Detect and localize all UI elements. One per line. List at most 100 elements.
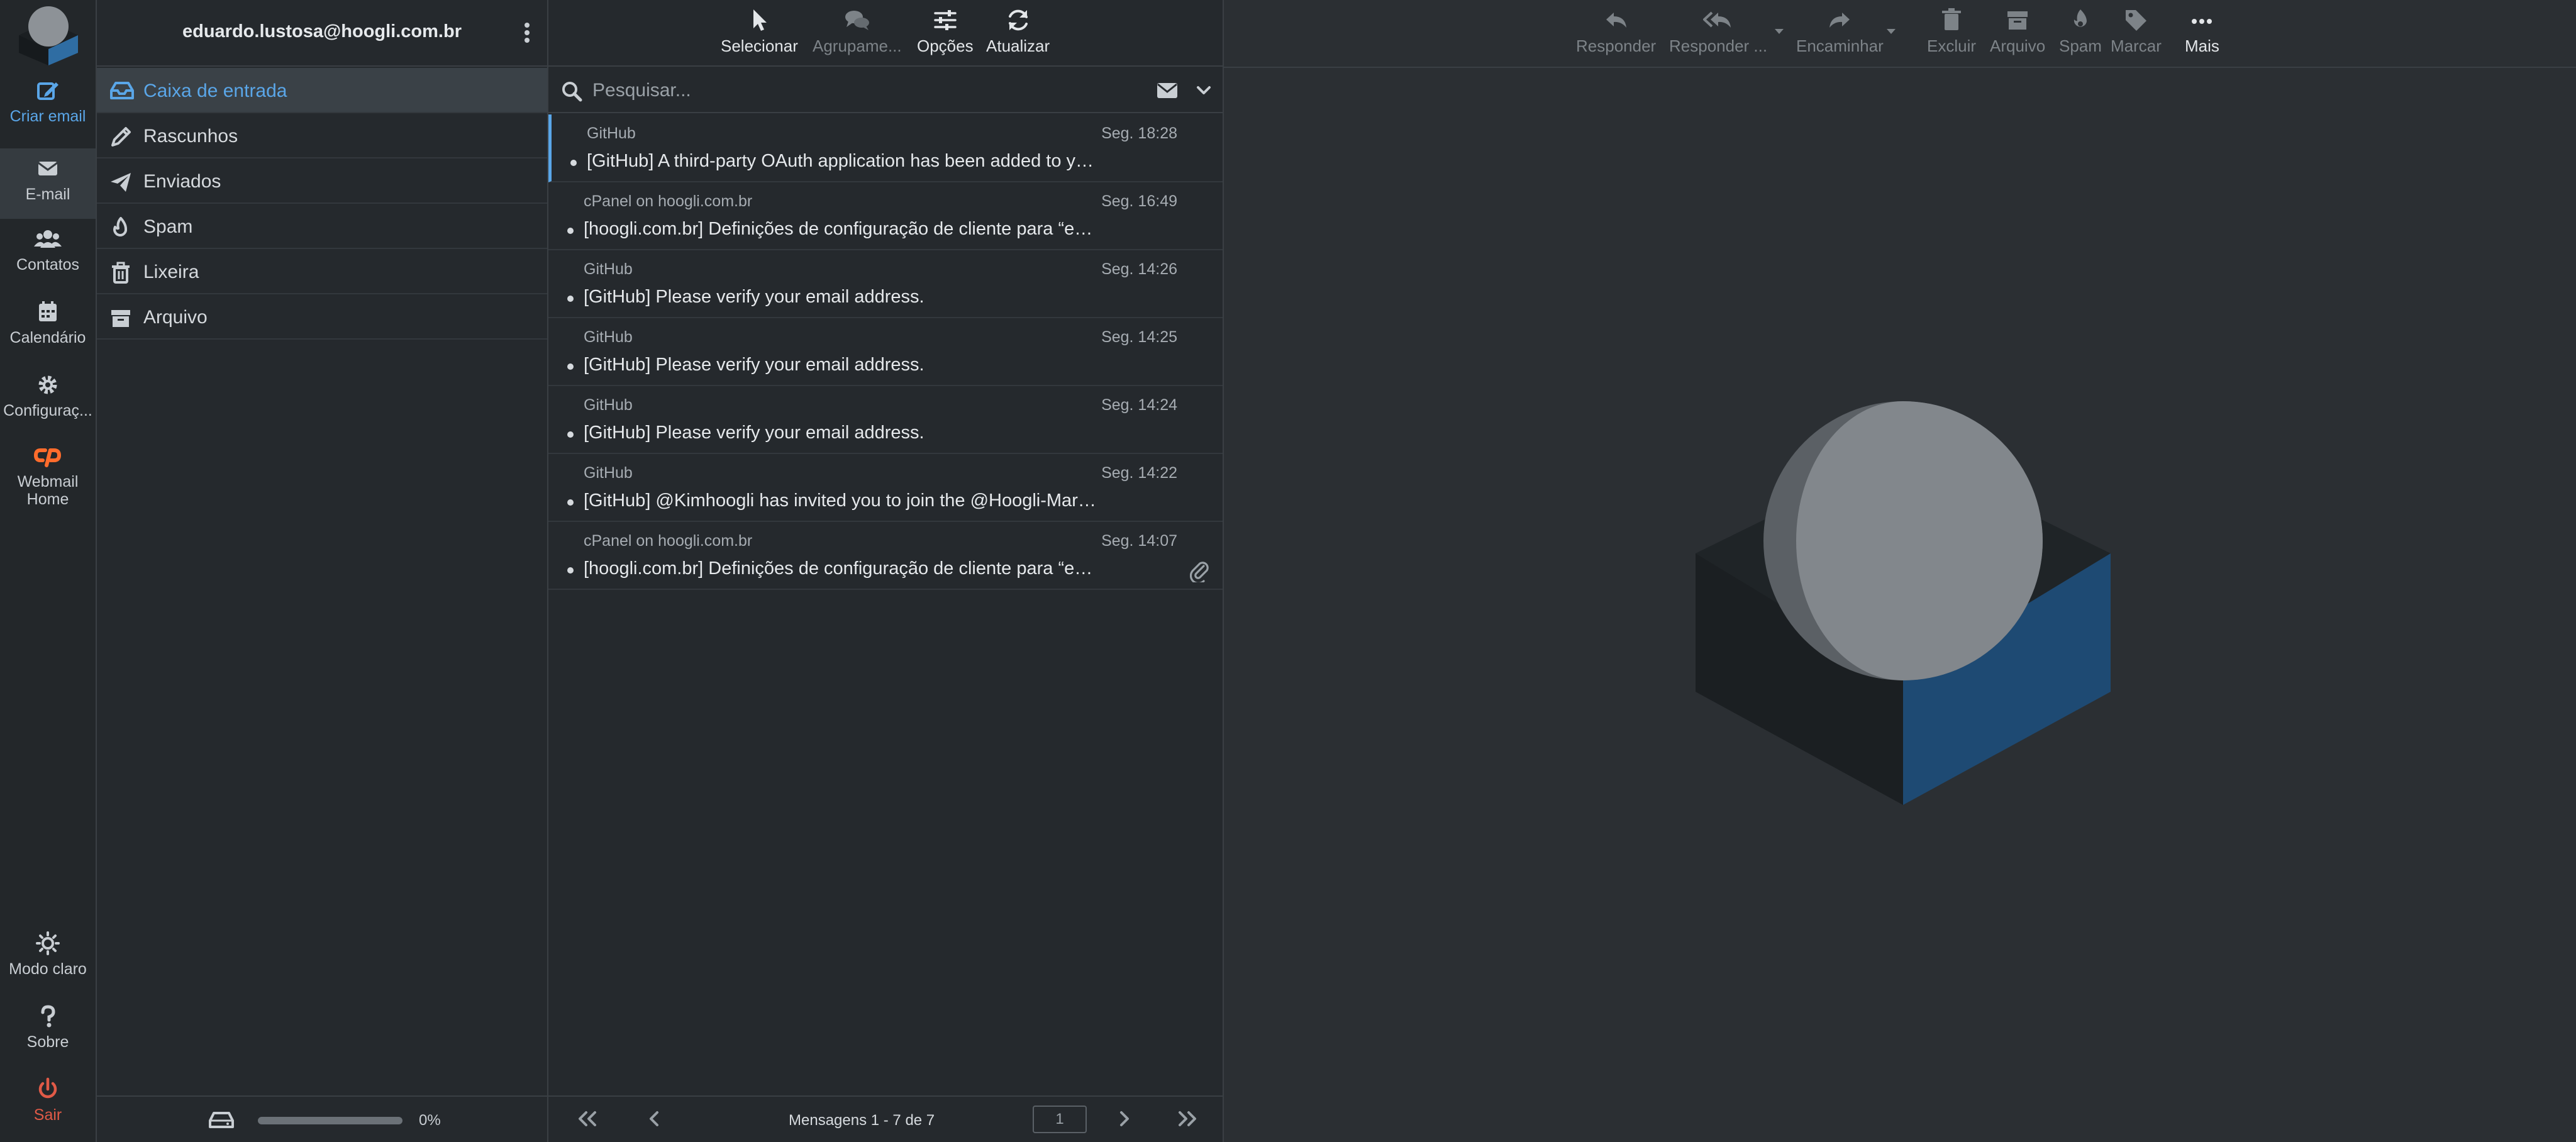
refresh-icon bbox=[1008, 9, 1028, 31]
message-date: Seg. 16:49 bbox=[1101, 192, 1177, 210]
sun-icon bbox=[36, 931, 60, 955]
reply-label: Responder bbox=[1576, 36, 1657, 55]
message-row[interactable]: GitHub Seg. 14:25 [GitHub] Please verify y… bbox=[548, 318, 1223, 386]
select-button[interactable]: Selecionar bbox=[721, 5, 798, 62]
folder-name: Rascunhos bbox=[143, 126, 238, 147]
mark-button[interactable]: Marcar bbox=[2111, 5, 2162, 62]
message-list-panel: Selecionar Agrupame... Opções Atualizar … bbox=[548, 0, 1224, 1142]
cursor-icon bbox=[753, 9, 767, 31]
archive-icon bbox=[2007, 11, 2028, 30]
question-icon bbox=[41, 1005, 55, 1028]
more-label: Mais bbox=[2185, 36, 2219, 55]
calendar-nav[interactable]: Calendário bbox=[0, 299, 96, 370]
message-date: Seg. 14:24 bbox=[1101, 396, 1177, 414]
folder-panel: eduardo.lustosa@hoogli.com.br Caixa de e… bbox=[97, 0, 548, 1142]
settings-nav[interactable]: Configuraç... bbox=[0, 372, 96, 443]
folder-inbox[interactable]: Caixa de entrada bbox=[97, 68, 547, 113]
unread-indicator bbox=[567, 296, 574, 302]
folder-name: Lixeira bbox=[143, 262, 199, 282]
mail-nav[interactable]: E-mail bbox=[0, 148, 96, 219]
unread-indicator bbox=[567, 499, 574, 506]
nav-rail: Criar email E-mail Contatos Calendário C… bbox=[0, 0, 97, 1142]
archive-icon bbox=[111, 310, 130, 327]
folder-name: Spam bbox=[143, 216, 193, 237]
message-row[interactable]: cPanel on hoogli.com.br Seg. 16:49 [hoogli… bbox=[548, 182, 1223, 250]
webmail-home-label: Webmail Home bbox=[17, 473, 79, 508]
attachment-icon bbox=[1190, 562, 1209, 582]
calendar-label: Calendário bbox=[9, 329, 86, 346]
search-scope-envelope-icon[interactable] bbox=[1156, 82, 1179, 99]
message-subject: [GitHub] A third-party OAuth application… bbox=[587, 151, 1102, 171]
refresh-button[interactable]: Atualizar bbox=[986, 5, 1050, 62]
contacts-nav[interactable]: Contatos bbox=[0, 226, 96, 297]
previous-page-icon[interactable] bbox=[645, 1109, 664, 1128]
compose-icon bbox=[37, 82, 58, 100]
search-icon bbox=[562, 82, 582, 102]
light-mode-toggle[interactable]: Modo claro bbox=[0, 931, 96, 1001]
forward-button[interactable]: Encaminhar bbox=[1796, 5, 1884, 62]
hard-drive-icon bbox=[209, 1112, 234, 1128]
chevron-down-icon[interactable] bbox=[1196, 86, 1211, 96]
threads-button[interactable]: Agrupame... bbox=[813, 5, 902, 62]
message-subject: [hoogli.com.br] Definições de configuraç… bbox=[584, 219, 1099, 239]
mail-label: E-mail bbox=[25, 186, 70, 203]
logout-button[interactable]: Sair bbox=[0, 1077, 96, 1142]
quota-percent: 0% bbox=[419, 1112, 441, 1129]
comments-icon bbox=[845, 11, 869, 30]
kebab-menu-icon[interactable] bbox=[522, 20, 532, 45]
message-row[interactable]: GitHub Seg. 14:22 [GitHub] @Kimhoogli has … bbox=[548, 454, 1223, 522]
message-subject: [GitHub] Please verify your email addres… bbox=[584, 287, 924, 307]
message-sender: cPanel on hoogli.com.br bbox=[584, 532, 753, 550]
webmail-home-nav[interactable]: Webmail Home bbox=[0, 444, 96, 519]
message-row[interactable]: GitHub Seg. 14:26 [GitHub] Please verify y… bbox=[548, 250, 1223, 318]
spam-label: Spam bbox=[2059, 36, 2102, 55]
about-nav[interactable]: Sobre bbox=[0, 1004, 96, 1074]
compose-label: Criar email bbox=[9, 108, 86, 125]
message-date: Seg. 14:22 bbox=[1101, 464, 1177, 482]
message-sender: cPanel on hoogli.com.br bbox=[584, 192, 753, 210]
more-button[interactable]: Mais bbox=[2185, 5, 2219, 62]
first-page-icon[interactable] bbox=[575, 1109, 600, 1128]
reply-button[interactable]: Responder bbox=[1576, 5, 1656, 62]
message-subject: [GitHub] Please verify your email addres… bbox=[584, 355, 924, 375]
reply-all-dropdown-icon[interactable] bbox=[1774, 28, 1785, 35]
next-page-icon[interactable] bbox=[1114, 1109, 1133, 1128]
message-row[interactable]: cPanel on hoogli.com.br Seg. 14:07 [hoogli… bbox=[548, 522, 1223, 590]
folder-sent[interactable]: Enviados bbox=[97, 158, 547, 204]
archive-button[interactable]: Arquivo bbox=[1990, 5, 2045, 62]
settings-label: Configuraç... bbox=[3, 402, 92, 419]
power-icon bbox=[38, 1077, 57, 1099]
message-subject: [GitHub] @Kimhoogli has invited you to j… bbox=[584, 491, 1099, 511]
folder-trash[interactable]: Lixeira bbox=[97, 249, 547, 294]
delete-button[interactable]: Excluir bbox=[1927, 5, 1976, 62]
message-sender: GitHub bbox=[584, 328, 633, 346]
search-input[interactable] bbox=[592, 77, 1058, 104]
mark-label: Marcar bbox=[2111, 36, 2162, 55]
message-toolbar: Responder Responder ... Encaminhar Exclu… bbox=[1224, 0, 2576, 68]
contacts-label: Contatos bbox=[16, 256, 80, 274]
page-number-input[interactable] bbox=[1033, 1106, 1087, 1133]
spam-button[interactable]: Spam bbox=[2059, 5, 2102, 62]
folder-drafts[interactable]: Rascunhos bbox=[97, 113, 547, 158]
threads-label: Agrupame... bbox=[813, 36, 902, 55]
folder-spam[interactable]: Spam bbox=[97, 204, 547, 249]
reply-all-button[interactable]: Responder ... bbox=[1669, 5, 1767, 62]
compose-button[interactable]: Criar email bbox=[0, 78, 96, 148]
options-button[interactable]: Opções bbox=[917, 5, 974, 62]
message-count: Mensagens 1 - 7 de 7 bbox=[789, 1112, 935, 1129]
message-row[interactable]: GitHub Seg. 18:28 [GitHub] A third-party O… bbox=[548, 114, 1223, 182]
last-page-icon[interactable] bbox=[1175, 1109, 1200, 1128]
refresh-label: Atualizar bbox=[986, 36, 1050, 55]
message-subject: [hoogli.com.br] Definições de configuraç… bbox=[584, 558, 1099, 579]
archive-label: Arquivo bbox=[1990, 36, 2046, 55]
message-row[interactable]: GitHub Seg. 14:24 [GitHub] Please verify y… bbox=[548, 386, 1223, 454]
options-label: Opções bbox=[917, 36, 974, 55]
logout-label: Sair bbox=[33, 1106, 62, 1124]
message-date: Seg. 14:07 bbox=[1101, 532, 1177, 550]
folder-archive[interactable]: Arquivo bbox=[97, 294, 547, 340]
forward-dropdown-icon[interactable] bbox=[1885, 28, 1897, 35]
message-sender: GitHub bbox=[584, 464, 633, 482]
roundcube-logo[interactable] bbox=[14, 3, 83, 68]
paper-plane-icon bbox=[111, 173, 131, 192]
folder-name: Arquivo bbox=[143, 307, 208, 328]
